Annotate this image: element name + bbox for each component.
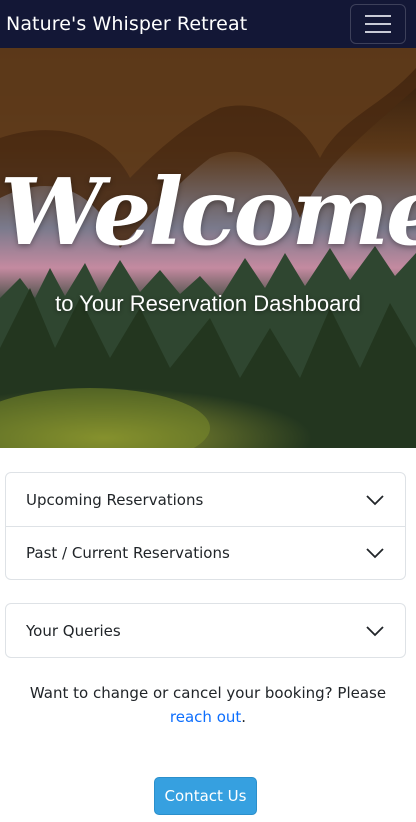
hamburger-menu-icon xyxy=(365,15,391,33)
chevron-down-icon xyxy=(366,625,384,636)
reach-out-link[interactable]: reach out xyxy=(170,708,241,726)
hero-banner: Welcome to Your Reservation Dashboard xyxy=(0,48,416,448)
navbar: Nature's Whisper Retreat xyxy=(0,0,416,48)
brand-title[interactable]: Nature's Whisper Retreat xyxy=(6,13,247,35)
accordion-label: Past / Current Reservations xyxy=(26,544,230,562)
accordion-label: Your Queries xyxy=(26,621,121,640)
welcome-heading: Welcome xyxy=(0,158,416,266)
queries-accordion: Your Queries xyxy=(5,603,406,658)
accordion-past-current-reservations[interactable]: Past / Current Reservations xyxy=(6,526,405,579)
accordion-your-queries[interactable]: Your Queries xyxy=(6,604,405,657)
reservations-accordion: Upcoming Reservations Past / Current Res… xyxy=(5,472,406,580)
accordion-label: Upcoming Reservations xyxy=(26,490,204,509)
contact-us-button[interactable]: Contact Us xyxy=(154,777,257,815)
chevron-down-icon xyxy=(366,494,384,505)
accordion-upcoming-reservations[interactable]: Upcoming Reservations xyxy=(6,473,405,526)
note-text: Want to change or cancel your booking? P… xyxy=(29,684,387,702)
change-booking-note: Want to change or cancel your booking? P… xyxy=(0,681,416,729)
chevron-down-icon xyxy=(366,548,384,559)
hero-subtitle: to Your Reservation Dashboard xyxy=(55,291,361,316)
note-suffix: . xyxy=(241,708,247,726)
menu-toggle-button[interactable] xyxy=(350,4,406,44)
